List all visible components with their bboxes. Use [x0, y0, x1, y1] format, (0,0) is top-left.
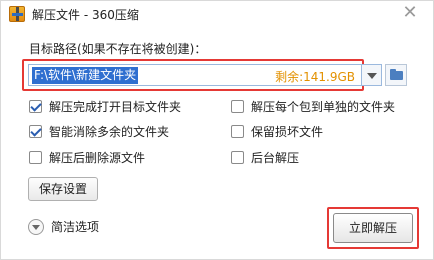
- free-space-text: 剩余:141.9GB: [275, 70, 355, 84]
- checkbox-remove-extra-folders[interactable]: [29, 125, 42, 138]
- browse-folder-button[interactable]: [385, 64, 407, 86]
- option-label: 智能消除多余的文件夹: [49, 125, 170, 139]
- title-bar: 解压文件 - 360压缩 ✕: [1, 1, 433, 27]
- option-label: 解压后删除源文件: [49, 151, 146, 165]
- checkbox-open-target-folder[interactable]: [29, 100, 42, 113]
- close-icon[interactable]: ✕: [401, 4, 419, 22]
- option-label: 保留损坏文件: [251, 125, 324, 139]
- expand-circle-icon[interactable]: [28, 219, 44, 235]
- window-title: 解压文件 - 360压缩: [32, 8, 139, 22]
- checkbox-delete-source[interactable]: [29, 151, 42, 164]
- archive-icon: [9, 6, 25, 22]
- target-path-input[interactable]: F:\软件\新建文件夹 剩余:141.9GB: [28, 64, 362, 86]
- option-label: 后台解压: [251, 151, 300, 165]
- save-settings-button[interactable]: 保存设置: [28, 177, 98, 201]
- extract-dialog: 解压文件 - 360压缩 ✕ 目标路径(如果不存在将被创建)： F:\软件\新建…: [0, 0, 434, 260]
- path-history-dropdown[interactable]: [362, 64, 382, 86]
- option-label: 解压每个包到单独的文件夹: [251, 100, 396, 114]
- target-path-label: 目标路径(如果不存在将被创建)：: [29, 42, 207, 56]
- option-label: 解压完成打开目标文件夹: [49, 100, 182, 114]
- chevron-down-icon: [367, 73, 377, 79]
- folder-icon: [390, 69, 403, 80]
- checkbox-separate-folders[interactable]: [231, 100, 244, 113]
- checkbox-background-extract[interactable]: [231, 151, 244, 164]
- extract-now-button[interactable]: 立即解压: [333, 213, 413, 243]
- target-path-value[interactable]: F:\软件\新建文件夹: [32, 67, 139, 84]
- simple-options-label: 简洁选项: [51, 220, 100, 234]
- checkbox-keep-broken-files[interactable]: [231, 125, 244, 138]
